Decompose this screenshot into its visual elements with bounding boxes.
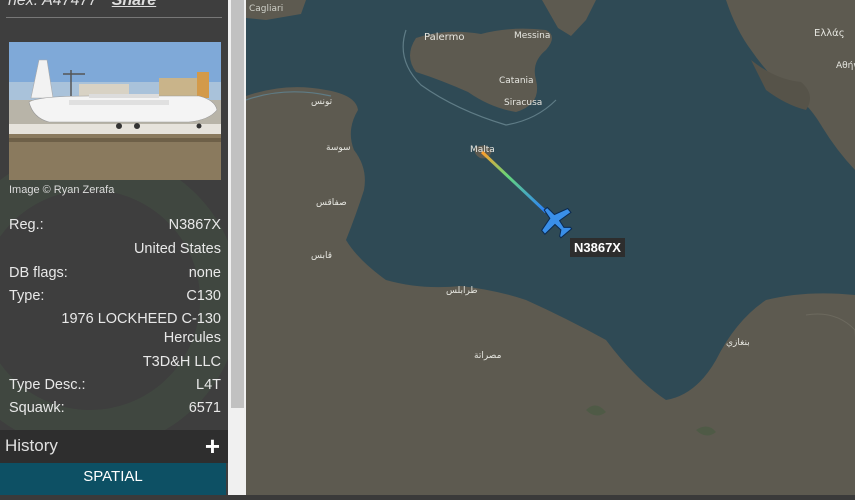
share-link[interactable]: Share — [112, 0, 156, 9]
type-desc-value: L4T — [196, 377, 221, 393]
db-flags-label: DB flags: — [9, 265, 68, 281]
place-benghazi: بنغازي — [726, 338, 750, 348]
squawk-value: 6571 — [188, 400, 221, 416]
place-messina: Messina — [514, 31, 550, 41]
model-line-2: Hercules — [163, 330, 221, 346]
type-value: C130 — [186, 288, 221, 304]
map-view[interactable]: Cagliari Palermo Messina Catania Siracus… — [245, 0, 855, 495]
country: United States — [133, 241, 221, 257]
place-palermo: Palermo — [424, 32, 464, 43]
aircraft-photo[interactable] — [9, 42, 221, 180]
place-tunis: تونس — [311, 97, 333, 107]
squawk-label: Squawk: — [9, 400, 65, 416]
spatial-tab[interactable]: SPATIAL — [0, 463, 226, 495]
scrollbar-thumb[interactable] — [231, 0, 244, 408]
place-cagliari: Cagliari — [249, 4, 283, 14]
place-tripoli: طرابلس — [446, 286, 478, 296]
place-greece: Ελλάς — [814, 27, 845, 39]
place-siracusa: Siracusa — [504, 98, 542, 108]
image-credit: Image © Ryan Zerafa — [9, 184, 115, 196]
expand-plus-icon[interactable]: + — [205, 431, 220, 462]
model-line-1: 1976 LOCKHEED C-130 — [61, 311, 221, 327]
history-label: History — [5, 436, 58, 455]
reg-label: Reg.: — [9, 217, 44, 233]
place-gabes: قابس — [311, 251, 332, 261]
history-section-header[interactable]: History + — [0, 430, 228, 463]
reg-value: N3867X — [168, 217, 221, 233]
divider — [6, 17, 222, 18]
hex-label: hex: — [8, 0, 39, 9]
type-label: Type: — [9, 288, 45, 304]
db-flags-value: none — [188, 265, 221, 281]
place-misrata: مصراتة — [474, 351, 502, 361]
type-desc-label: Type Desc.: — [9, 377, 86, 393]
hex-line: hex: A47477 Share — [8, 0, 156, 10]
hex-value: A47477 — [42, 0, 98, 9]
place-catania: Catania — [499, 76, 534, 86]
place-athens: Αθήνα — [836, 61, 855, 71]
aircraft-callsign-label[interactable]: N3867X — [570, 238, 625, 257]
place-sfax: صفاقس — [316, 198, 347, 208]
operator: T3D&H LLC — [142, 354, 221, 370]
aircraft-info-panel: hex: A47477 Share Image © Ryan Zerafa Re… — [0, 0, 228, 495]
place-malta: Malta — [470, 145, 495, 155]
place-sousse: سوسة — [326, 143, 351, 153]
